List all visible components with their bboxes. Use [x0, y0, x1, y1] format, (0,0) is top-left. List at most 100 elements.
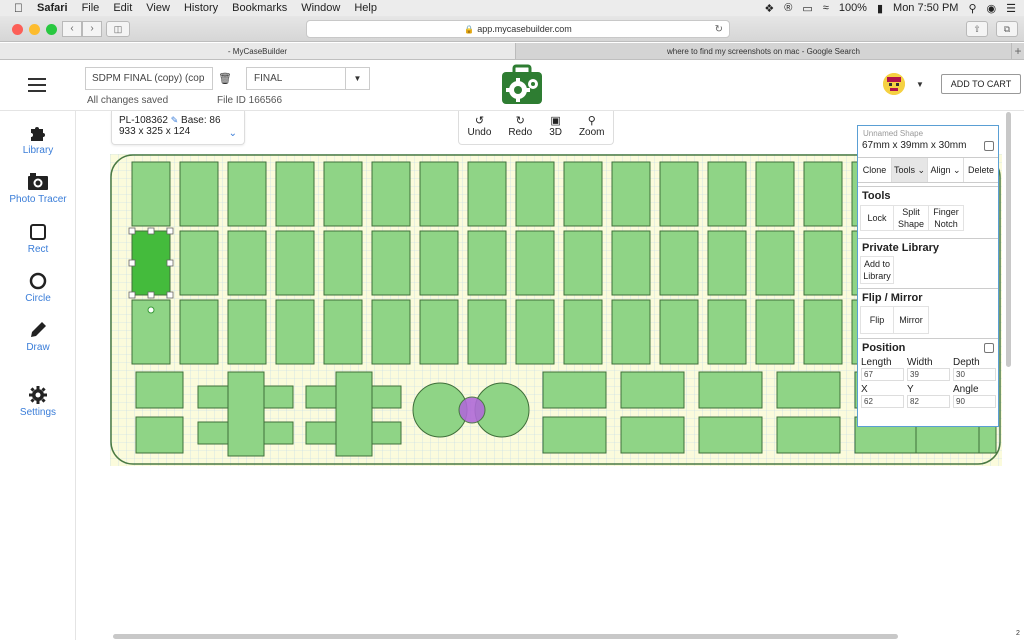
- resize-handle[interactable]: [166, 227, 174, 235]
- pocket-rect[interactable]: [371, 299, 411, 365]
- pocket-rect[interactable]: [542, 371, 607, 409]
- menu-help[interactable]: Help: [354, 2, 377, 14]
- new-tab-icon[interactable]: +: [1012, 43, 1024, 59]
- mycasebuilder-logo[interactable]: [500, 64, 544, 106]
- pocket-rect[interactable]: [611, 161, 651, 227]
- wifi-icon[interactable]: ≈: [823, 2, 829, 14]
- pocket-rect[interactable]: [323, 230, 363, 296]
- zoom-window-icon[interactable]: [46, 24, 57, 35]
- split-shape-button[interactable]: Split Shape: [894, 205, 929, 231]
- 3d-button[interactable]: ▣ 3D: [549, 114, 562, 144]
- pocket-rect[interactable]: [776, 416, 841, 454]
- vertical-scrollbar[interactable]: [1006, 112, 1011, 367]
- pocket-rect[interactable]: [659, 230, 699, 296]
- rotate-handle[interactable]: [147, 306, 155, 314]
- pocket-rect[interactable]: [275, 161, 315, 227]
- pocket-rect[interactable]: [467, 299, 507, 365]
- resize-handle[interactable]: [166, 291, 174, 299]
- pocket-rect[interactable]: [698, 371, 763, 409]
- minimize-window-icon[interactable]: [29, 24, 40, 35]
- pocket-rect[interactable]: [179, 161, 219, 227]
- zoom-button[interactable]: ⚲ Zoom: [579, 114, 605, 144]
- show-sidebar-icon[interactable]: ◫: [106, 21, 130, 37]
- pocket-rect[interactable]: [542, 416, 607, 454]
- app-r-icon[interactable]: ®: [784, 2, 792, 14]
- copy-position-icon[interactable]: [984, 343, 994, 353]
- pocket-rect[interactable]: [467, 230, 507, 296]
- depth-input[interactable]: 30: [953, 368, 996, 381]
- sidebar-item-library[interactable]: Library: [0, 123, 76, 156]
- shape-name[interactable]: Unnamed Shape: [863, 129, 923, 138]
- x-input[interactable]: 62: [861, 395, 904, 408]
- reload-icon[interactable]: ↻: [715, 21, 723, 38]
- pocket-rect[interactable]: [227, 230, 267, 296]
- battery-percent[interactable]: 100%: [839, 2, 867, 14]
- tab-google-search[interactable]: where to find my screenshots on mac - Go…: [516, 43, 1012, 59]
- resize-handle[interactable]: [128, 291, 136, 299]
- spotlight-icon[interactable]: ⚲: [968, 2, 976, 15]
- resize-handle[interactable]: [147, 227, 155, 235]
- apple-icon[interactable]: : [14, 1, 23, 15]
- sidebar-item-photo-tracer[interactable]: Photo Tracer: [0, 172, 76, 205]
- pocket-rect[interactable]: [275, 299, 315, 365]
- address-bar[interactable]: 🔒 app.mycasebuilder.com ↻: [306, 20, 730, 38]
- redo-button[interactable]: ↻ Redo: [508, 114, 532, 144]
- pocket-rect[interactable]: [563, 230, 603, 296]
- dropbox-icon[interactable]: ❖: [764, 2, 774, 15]
- pocket-rect[interactable]: [659, 161, 699, 227]
- airplay-icon[interactable]: ▭: [802, 2, 812, 15]
- pocket-rect[interactable]: [620, 416, 685, 454]
- pocket-rect[interactable]: [323, 299, 363, 365]
- add-to-library-button[interactable]: Add to Library: [860, 256, 894, 284]
- pocket-rect[interactable]: [467, 161, 507, 227]
- sidebar-item-draw[interactable]: Draw: [0, 320, 76, 353]
- pocket-rect[interactable]: [515, 161, 555, 227]
- pocket-rect[interactable]: [227, 371, 265, 457]
- pocket-rect[interactable]: [515, 299, 555, 365]
- pocket-rect[interactable]: [803, 161, 843, 227]
- menu-history[interactable]: History: [184, 2, 218, 14]
- pocket-rect[interactable]: [335, 371, 373, 457]
- resize-handle[interactable]: [147, 291, 155, 299]
- pocket-rect[interactable]: [611, 230, 651, 296]
- resize-handle[interactable]: [128, 259, 136, 267]
- menu-bookmarks[interactable]: Bookmarks: [232, 2, 287, 14]
- pocket-rect[interactable]: [755, 299, 795, 365]
- foam-info-card[interactable]: PL-108362 ✎ Base: 86 933 x 325 x 124 ⌄: [111, 111, 245, 145]
- pocket-rect[interactable]: [179, 299, 219, 365]
- flip-button[interactable]: Flip: [860, 306, 894, 334]
- pocket-rect[interactable]: [563, 299, 603, 365]
- notification-center-icon[interactable]: ☰: [1006, 2, 1016, 15]
- add-to-cart-button[interactable]: ADD TO CART: [941, 74, 1021, 94]
- resize-handle[interactable]: [166, 259, 174, 267]
- sidebar-item-circle[interactable]: Circle: [0, 271, 76, 304]
- trash-icon[interactable]: 🗑: [218, 72, 232, 85]
- pocket-rect[interactable]: [135, 416, 184, 454]
- mirror-button[interactable]: Mirror: [894, 306, 929, 334]
- pocket-rect[interactable]: [135, 371, 184, 409]
- forward-icon[interactable]: ›: [82, 21, 102, 37]
- pocket-rect[interactable]: [659, 299, 699, 365]
- pocket-rect[interactable]: [419, 299, 459, 365]
- purple-pocket[interactable]: [458, 396, 486, 424]
- project-name-input[interactable]: SDPM FINAL (copy) (cop: [85, 67, 213, 90]
- menubar-clock[interactable]: Mon 7:50 PM: [893, 2, 958, 14]
- pocket-rect[interactable]: [755, 230, 795, 296]
- selected-pocket[interactable]: [131, 230, 171, 296]
- tab-overview-icon[interactable]: ⧉: [996, 21, 1018, 37]
- back-icon[interactable]: ‹: [62, 21, 82, 37]
- pocket-rect[interactable]: [419, 230, 459, 296]
- user-avatar[interactable]: [883, 73, 905, 95]
- pocket-rect[interactable]: [419, 161, 459, 227]
- user-menu-caret-icon[interactable]: ▼: [916, 80, 924, 89]
- sidebar-item-rect[interactable]: Rect: [0, 222, 76, 255]
- pocket-rect[interactable]: [323, 161, 363, 227]
- edit-pencil-icon[interactable]: ✎: [171, 115, 179, 125]
- menu-window[interactable]: Window: [301, 2, 340, 14]
- y-input[interactable]: 82: [907, 395, 950, 408]
- close-window-icon[interactable]: [12, 24, 23, 35]
- sidebar-item-settings[interactable]: Settings: [0, 385, 76, 418]
- pocket-rect[interactable]: [620, 371, 685, 409]
- menu-edit[interactable]: Edit: [113, 2, 132, 14]
- caret-down-icon[interactable]: ▼: [345, 68, 369, 89]
